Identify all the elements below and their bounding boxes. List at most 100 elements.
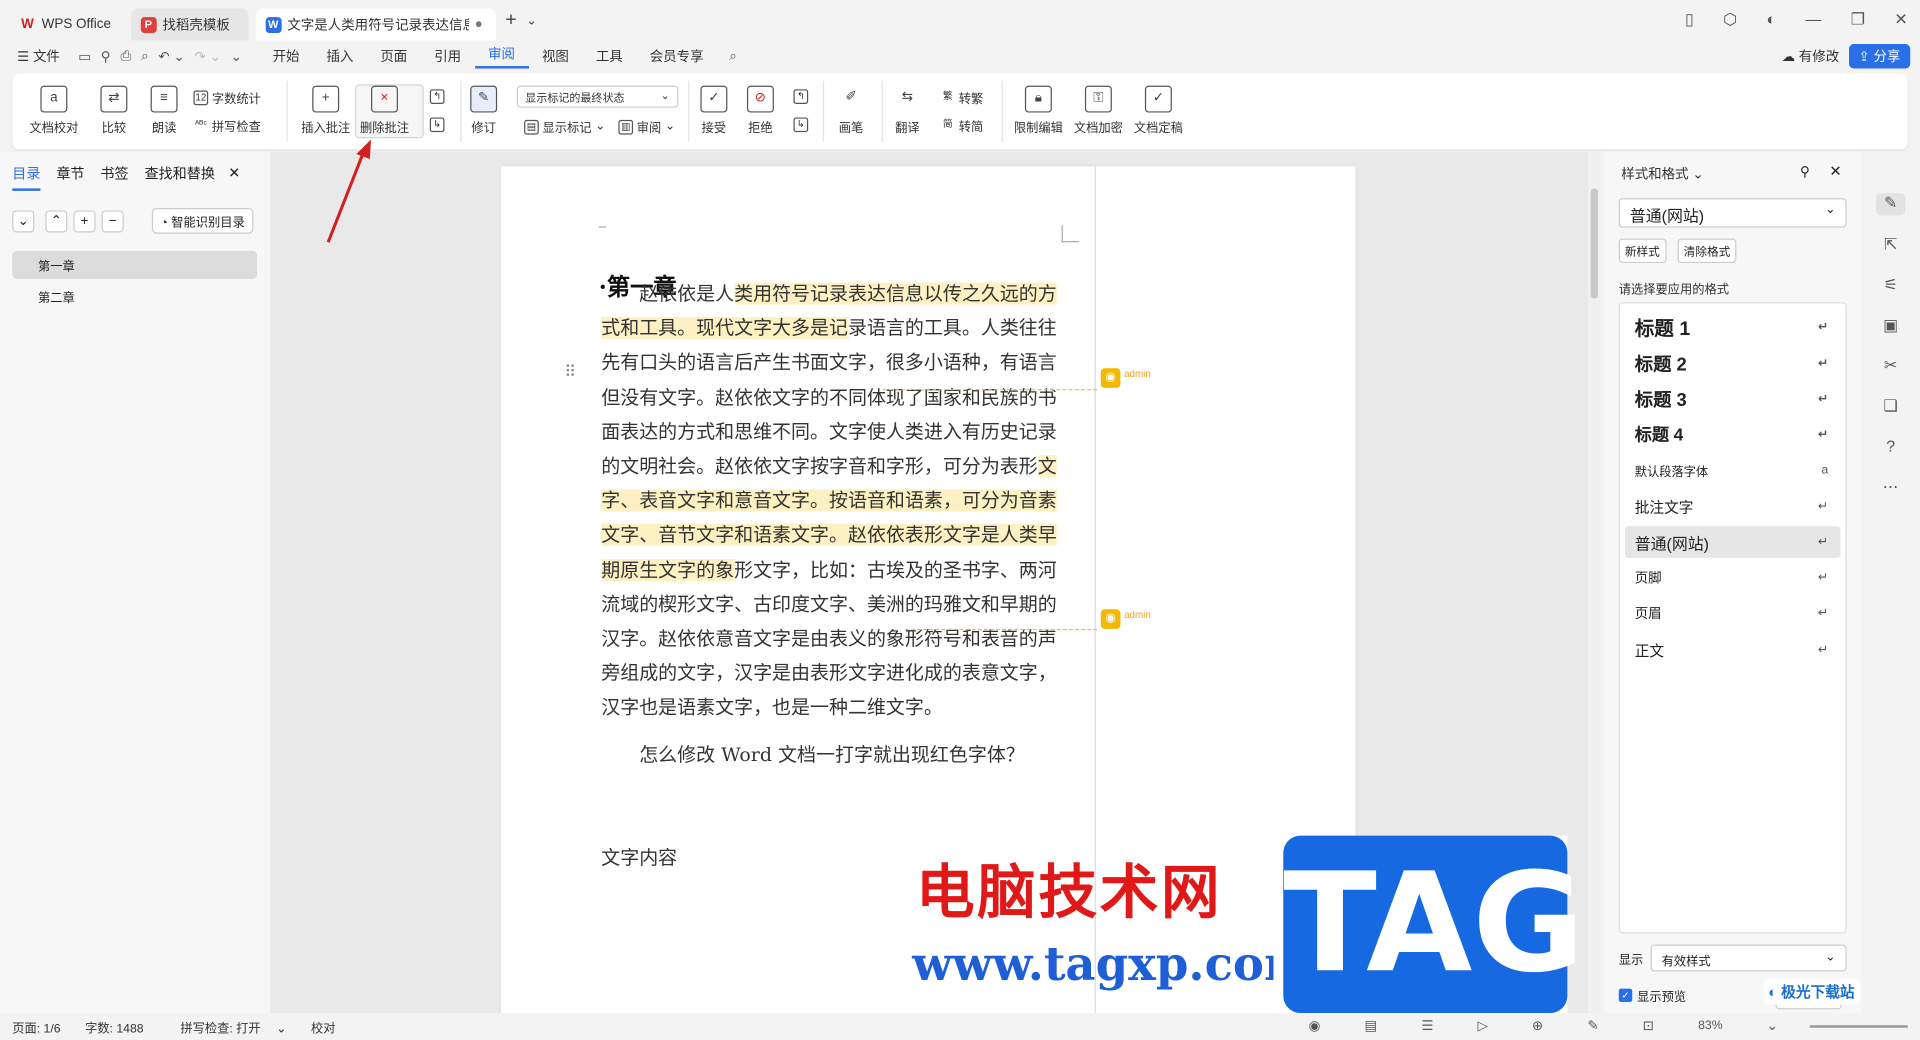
minimize-icon[interactable]: — [1805, 10, 1821, 30]
book-icon[interactable]: ❏ [1878, 396, 1902, 418]
preview-icon[interactable]: ⌕ [136, 48, 153, 64]
remove-icon[interactable]: − [101, 209, 124, 232]
tab-close-dot[interactable]: ● [475, 17, 483, 32]
fit-page-icon[interactable]: ⊡ [1630, 1018, 1666, 1034]
prev-change-button[interactable]: ↰ [793, 89, 809, 104]
zoom-out-icon[interactable]: ⌄ [1754, 1018, 1790, 1034]
word-count[interactable]: 字数: 1488 [73, 1017, 156, 1035]
expand-up-icon[interactable]: ⌃ [45, 209, 68, 232]
prev-comment-button[interactable]: ↰ [429, 89, 445, 104]
style-footer[interactable]: 页脚 ↵ [1625, 562, 1841, 594]
clear-format-button[interactable]: 清除格式 [1677, 238, 1737, 264]
checkbox-checked-icon[interactable]: ✓ [1618, 988, 1633, 1003]
style-heading-3[interactable]: 标题 3 ↵ [1625, 383, 1841, 415]
show-preview-toggle[interactable]: ✓ 显示预览 [1618, 986, 1686, 1004]
style-body[interactable]: 正文 ↵ [1625, 634, 1841, 666]
page-count[interactable]: 页面: 1/6 [0, 1017, 73, 1035]
tab-toc[interactable]: 目录 [12, 164, 41, 191]
tab-find-replace[interactable]: 查找和替换 [144, 164, 214, 191]
save-icon[interactable]: ▭ [73, 48, 96, 65]
vertical-scrollbar[interactable] [1588, 151, 1601, 1014]
user-avatar-icon[interactable]: ◐ [1766, 10, 1776, 30]
image-edit-icon[interactable]: ▣ [1878, 316, 1902, 338]
menu-insert[interactable]: 插入 [313, 46, 367, 66]
help-icon[interactable]: ? [1878, 437, 1902, 459]
menu-reference[interactable]: 引用 [421, 46, 475, 66]
translate-button[interactable]: ⇆ 翻译 [894, 86, 921, 135]
select-cursor-icon[interactable]: ⇱ [1878, 235, 1902, 257]
web-view-icon[interactable]: ⊕ [1520, 1018, 1556, 1034]
tab-list-chevron-icon[interactable]: ⌄ [527, 14, 537, 27]
page-view-icon[interactable]: ▤ [1352, 1018, 1389, 1034]
cube-icon[interactable]: ⬡ [1723, 10, 1737, 30]
show-markup-button[interactable]: ▤ 显示标记 ⌄ [524, 117, 605, 136]
style-comment-text[interactable]: 批注文字 ↵ [1625, 491, 1841, 523]
outline-view-icon[interactable]: ☰ [1409, 1018, 1446, 1034]
menu-start[interactable]: 开始 [259, 46, 313, 66]
encrypt-button[interactable]: ⚿ 文档加密 [1074, 85, 1123, 136]
tab-chapter[interactable]: 章节 [56, 164, 84, 191]
play-icon[interactable]: ▷ [1465, 1018, 1500, 1034]
new-style-button[interactable]: 新样式 [1618, 238, 1666, 264]
add-icon[interactable]: + [73, 209, 96, 232]
style-default-paragraph-font[interactable]: 默认段落字体 a [1625, 454, 1841, 486]
tab-wps-office[interactable]: W WPS Office [10, 9, 121, 41]
style-normal-web[interactable]: 普通(网站) ↵ [1624, 526, 1841, 558]
drag-handle-icon[interactable]: ⠿ [564, 362, 576, 382]
show-filter-select[interactable]: 有效样式 ⌄ [1650, 944, 1847, 972]
comment-balloon-1[interactable]: ◉ admin [1100, 368, 1151, 388]
to-traditional-button[interactable]: 繁转繁 [940, 88, 983, 107]
menu-member[interactable]: 会员专享 [636, 46, 717, 66]
more-chevron-icon[interactable]: ⌄ [226, 48, 247, 65]
delete-comment-button[interactable]: × 删除批注 [360, 85, 409, 136]
accept-button[interactable]: ✓ 接受 [700, 85, 728, 136]
review-pane-button[interactable]: ▥ 审阅 ⌄ [618, 117, 675, 136]
pin-icon[interactable]: ⚲ [1800, 164, 1810, 180]
insert-comment-button[interactable]: + 插入批注 [301, 85, 350, 136]
menu-view[interactable]: 视图 [528, 46, 582, 66]
spell-check-button[interactable]: ᴬᴮᶜ 拼写检查 [193, 116, 261, 135]
proof-status[interactable]: 校对 [299, 1017, 348, 1035]
layout-icon[interactable]: ▯ [1685, 10, 1694, 30]
scrollbar-thumb[interactable] [1590, 188, 1598, 299]
markup-display-select[interactable]: 显示标记的最终状态 ⌄ [516, 85, 679, 108]
toc-item-chapter-1[interactable]: 第一章 [12, 250, 258, 279]
redo-icon[interactable]: ↷ ⌄ [190, 48, 226, 65]
reject-button[interactable]: ⊘ 拒绝 [746, 85, 774, 136]
style-heading-4[interactable]: 标题 4 ↵ [1625, 418, 1841, 450]
adjust-icon[interactable]: ⚟ [1878, 275, 1902, 297]
comment-balloon-2[interactable]: ◉ admin [1100, 609, 1151, 629]
to-simplified-button[interactable]: 简转简 [940, 116, 983, 135]
eye-protect-icon[interactable]: ◉ [1296, 1018, 1332, 1034]
next-comment-button[interactable]: ↳ [429, 117, 445, 133]
spell-check-status[interactable]: 拼写检查: 打开 ⌄ [156, 1017, 299, 1035]
close-panel-icon[interactable]: ✕ [1829, 163, 1841, 180]
zoom-slider[interactable] [1809, 1024, 1908, 1028]
revise-button[interactable]: ✎ 修订 [470, 85, 498, 136]
word-count-button[interactable]: 12 字数统计 [193, 88, 261, 106]
collapse-chevron-icon[interactable]: ⌄ [12, 209, 35, 232]
style-pen-icon[interactable]: ✎ [1875, 193, 1906, 216]
file-menu[interactable]: ☰ 文件 [0, 46, 73, 66]
styles-panel-title[interactable]: 样式和格式 ⌄ [1621, 164, 1703, 184]
new-tab-icon[interactable]: + [505, 10, 516, 32]
search-icon[interactable]: ⌕ [724, 48, 741, 64]
doc-check-button[interactable]: a 文档校对 [29, 85, 78, 136]
modified-status[interactable]: ☁ 有修改 [1782, 46, 1840, 66]
next-change-button[interactable]: ↳ [793, 117, 809, 133]
style-heading-1[interactable]: 标题 1 ↵ [1625, 311, 1841, 343]
undo-icon[interactable]: ↶ ⌄ [154, 48, 190, 65]
pen-mode-icon[interactable]: ✎ [1575, 1018, 1611, 1034]
finalize-button[interactable]: ✓ 文档定稿 [1134, 85, 1183, 136]
close-window-icon[interactable]: ✕ [1894, 10, 1907, 30]
current-style-select[interactable]: 普通(网站) ⌄ [1618, 198, 1847, 228]
compare-button[interactable]: ⇄ 比较 [100, 85, 128, 136]
style-header[interactable]: 页眉 ↵ [1625, 597, 1841, 629]
style-heading-2[interactable]: 标题 2 ↵ [1625, 347, 1841, 379]
toc-item-chapter-2[interactable]: 第二章 [12, 283, 257, 311]
tab-docer[interactable]: P 找稻壳模板 [130, 8, 249, 41]
tab-document[interactable]: W 文字是人类用符号记录表达信息以 ● [255, 8, 496, 41]
more-icon[interactable]: ⋯ [1878, 477, 1902, 499]
menu-tools[interactable]: 工具 [582, 46, 636, 66]
link-icon[interactable]: ⚲ [96, 48, 116, 65]
